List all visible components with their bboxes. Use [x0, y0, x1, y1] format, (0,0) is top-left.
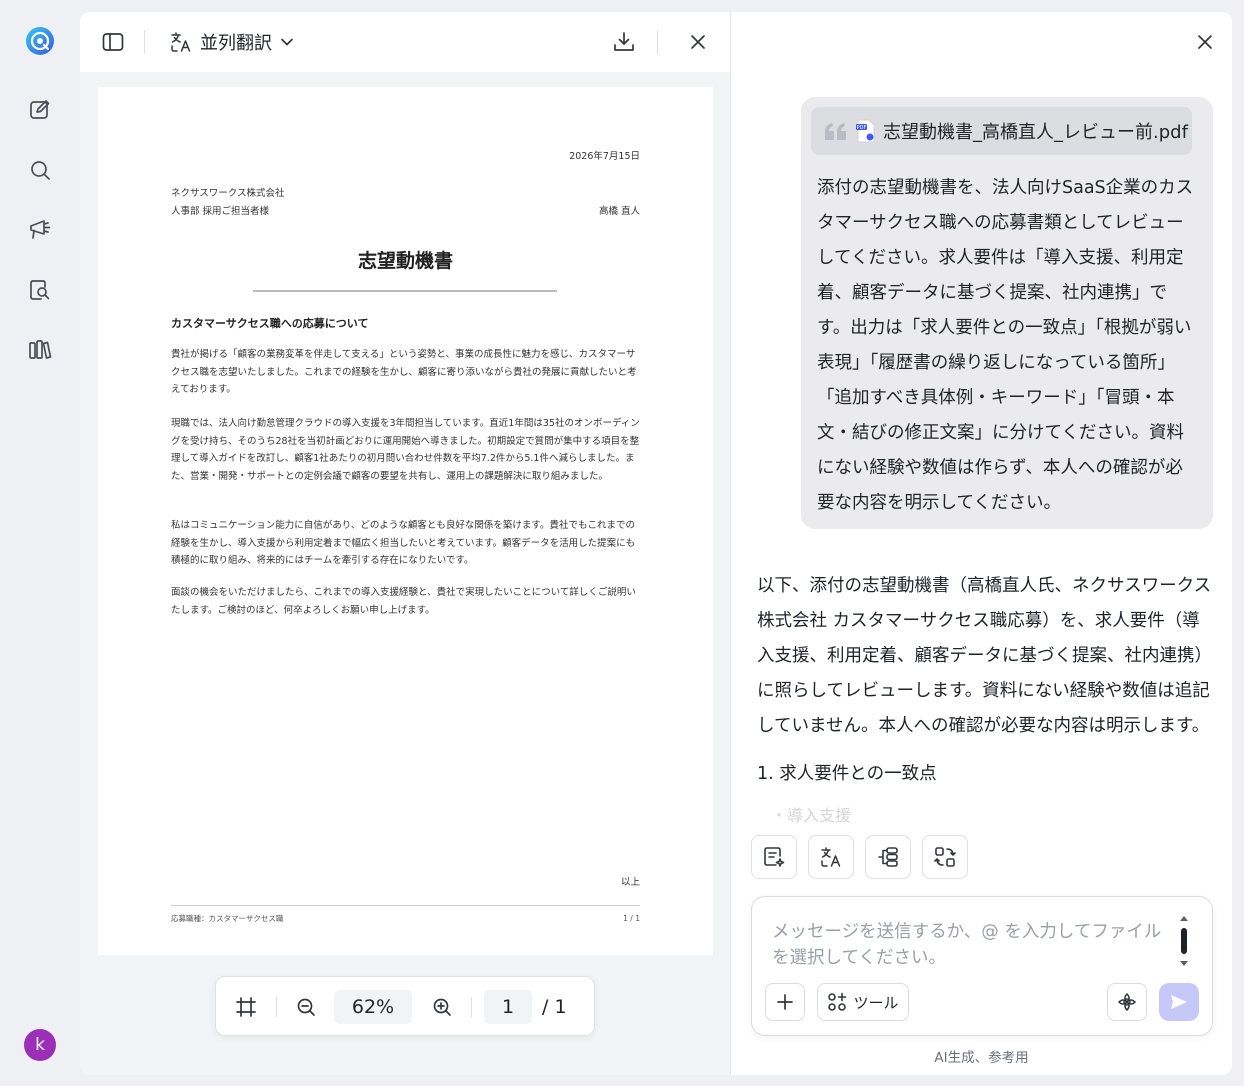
search-icon[interactable]: [22, 152, 58, 188]
fit-page-icon[interactable]: [230, 991, 262, 1023]
divider: [471, 997, 472, 1017]
send-icon: [1169, 993, 1189, 1011]
input-scrollbar[interactable]: [1178, 915, 1190, 967]
document-paragraph: 私はコミュニケーション能力に自信があり、どのような顧客とも良好な関係を築けます。…: [171, 520, 636, 566]
ai-model-icon: [1116, 991, 1138, 1013]
document-paragraph: 現職では、法人向け勤怠管理クラウドの導入支援を3年間担当しています。直近1年間は…: [171, 418, 640, 482]
send-button[interactable]: [1159, 983, 1199, 1021]
summarize-icon[interactable]: [751, 835, 797, 879]
viewer-header: 並列翻訳: [80, 12, 730, 72]
pdf-page: 2026年7月15日 ネクサスワークス株式会社 人事部 採用ご担当者様 高橋 直…: [98, 87, 713, 955]
add-attachment-button[interactable]: [765, 983, 805, 1021]
document-paragraph: 面談の機会をいただけましたら、これまでの導入支援経験と、貴社で実現したいことにつ…: [171, 587, 636, 616]
zoom-out-icon[interactable]: [290, 991, 322, 1023]
divider: [657, 30, 658, 54]
attachment-filename: 志望動機書_高橋直人_レビュー前.pdf: [883, 122, 1188, 143]
page-total: / 1: [542, 996, 567, 1018]
divider: [144, 30, 145, 54]
mindmap-icon[interactable]: [865, 835, 911, 879]
translate-icon: [170, 31, 192, 53]
ai-message-heading: 1. 求人要件との一致点: [757, 764, 937, 784]
close-icon[interactable]: [1189, 26, 1221, 58]
download-icon[interactable]: [608, 26, 640, 58]
title-rule: [253, 290, 557, 292]
tools-label: ツール: [853, 993, 899, 1012]
document-footer-right: 1 / 1: [623, 914, 640, 923]
main-window: 並列翻訳 2026年7月15日 ネクサスワークス株式会社 人事部 採用ご担当者様…: [80, 12, 1232, 1075]
document-author: 高橋 直人: [598, 206, 640, 217]
close-icon[interactable]: [682, 26, 714, 58]
document-paragraph: 貴社が掲げる「顧客の業務変革を伴走して支える」という姿勢と、事業の成長性に魅力を…: [171, 349, 637, 395]
quote-icon: [823, 122, 849, 140]
logo-icon[interactable]: [22, 23, 58, 59]
attachment-chip[interactable]: PDF 志望動機書_高橋直人_レビュー前.pdf: [811, 107, 1192, 155]
zoom-in-icon[interactable]: [426, 991, 458, 1023]
chevron-down-icon: [280, 37, 294, 47]
ai-message-fade: ・導入支援: [771, 806, 852, 825]
user-message-bubble: PDF 志望動機書_高橋直人_レビュー前.pdf 添付の志望動機書を、法人向けS…: [801, 97, 1213, 529]
document-closing: 以上: [620, 877, 640, 888]
sidebar-toggle-icon[interactable]: [97, 26, 129, 58]
plus-icon: [776, 993, 794, 1011]
document-heading: カスタマーサクセス職への応募について: [171, 317, 369, 330]
mode-label: 並列翻訳: [200, 33, 272, 54]
tools-icon: [827, 992, 847, 1012]
recipient-company: ネクサスワークス株式会社: [171, 188, 285, 199]
ai-disclaimer: AI生成、参考用: [934, 1050, 1029, 1066]
new-chat-icon[interactable]: [22, 92, 58, 128]
ai-message-text: 以下、添付の志望動機書（高橋直人氏、ネクサスワークス株式会社 カスタマーサクセス…: [757, 576, 1212, 736]
nav-rail: k: [0, 0, 80, 1086]
document-title: 志望動機書: [357, 250, 453, 272]
zoom-toolbar: 62% 1 / 1: [215, 976, 595, 1036]
library-icon[interactable]: [22, 332, 58, 368]
avatar-letter: k: [35, 1035, 45, 1055]
chat-composer: メッセージを送信するか、@ を入力してファイルを選択してください。 ツール: [751, 896, 1213, 1036]
zoom-level[interactable]: 62%: [334, 990, 412, 1024]
convert-icon[interactable]: [922, 835, 968, 879]
pdf-file-icon: PDF: [855, 119, 877, 143]
translate-mode-dropdown[interactable]: 並列翻訳: [170, 26, 294, 58]
chat-pane: PDF 志望動機書_高橋直人_レビュー前.pdf 添付の志望動機書を、法人向けS…: [731, 12, 1232, 1075]
page-number-input[interactable]: 1: [484, 990, 532, 1024]
message-input[interactable]: メッセージを送信するか、@ を入力してファイルを選択してください。: [772, 919, 1172, 971]
doc-search-icon[interactable]: [22, 272, 58, 308]
megaphone-icon[interactable]: [22, 211, 58, 247]
model-selector-button[interactable]: [1107, 983, 1147, 1021]
svg-text:PDF: PDF: [857, 125, 867, 131]
translate-icon[interactable]: [808, 835, 854, 879]
document-footer-left: 応募職種：カスタマーサクセス職: [171, 914, 284, 923]
pdf-viewer-pane: 並列翻訳 2026年7月15日 ネクサスワークス株式会社 人事部 採用ご担当者様…: [80, 12, 731, 1075]
tools-button[interactable]: ツール: [817, 983, 909, 1021]
document-date: 2026年7月15日: [569, 151, 640, 162]
recipient-department: 人事部 採用ご担当者様: [171, 206, 270, 217]
user-message-text: 添付の志望動機書を、法人向けSaaS企業のカスタマーサクセス職への応募書類として…: [817, 178, 1194, 513]
divider: [276, 997, 277, 1017]
footer-rule: [171, 905, 640, 906]
avatar[interactable]: k: [24, 1029, 56, 1061]
